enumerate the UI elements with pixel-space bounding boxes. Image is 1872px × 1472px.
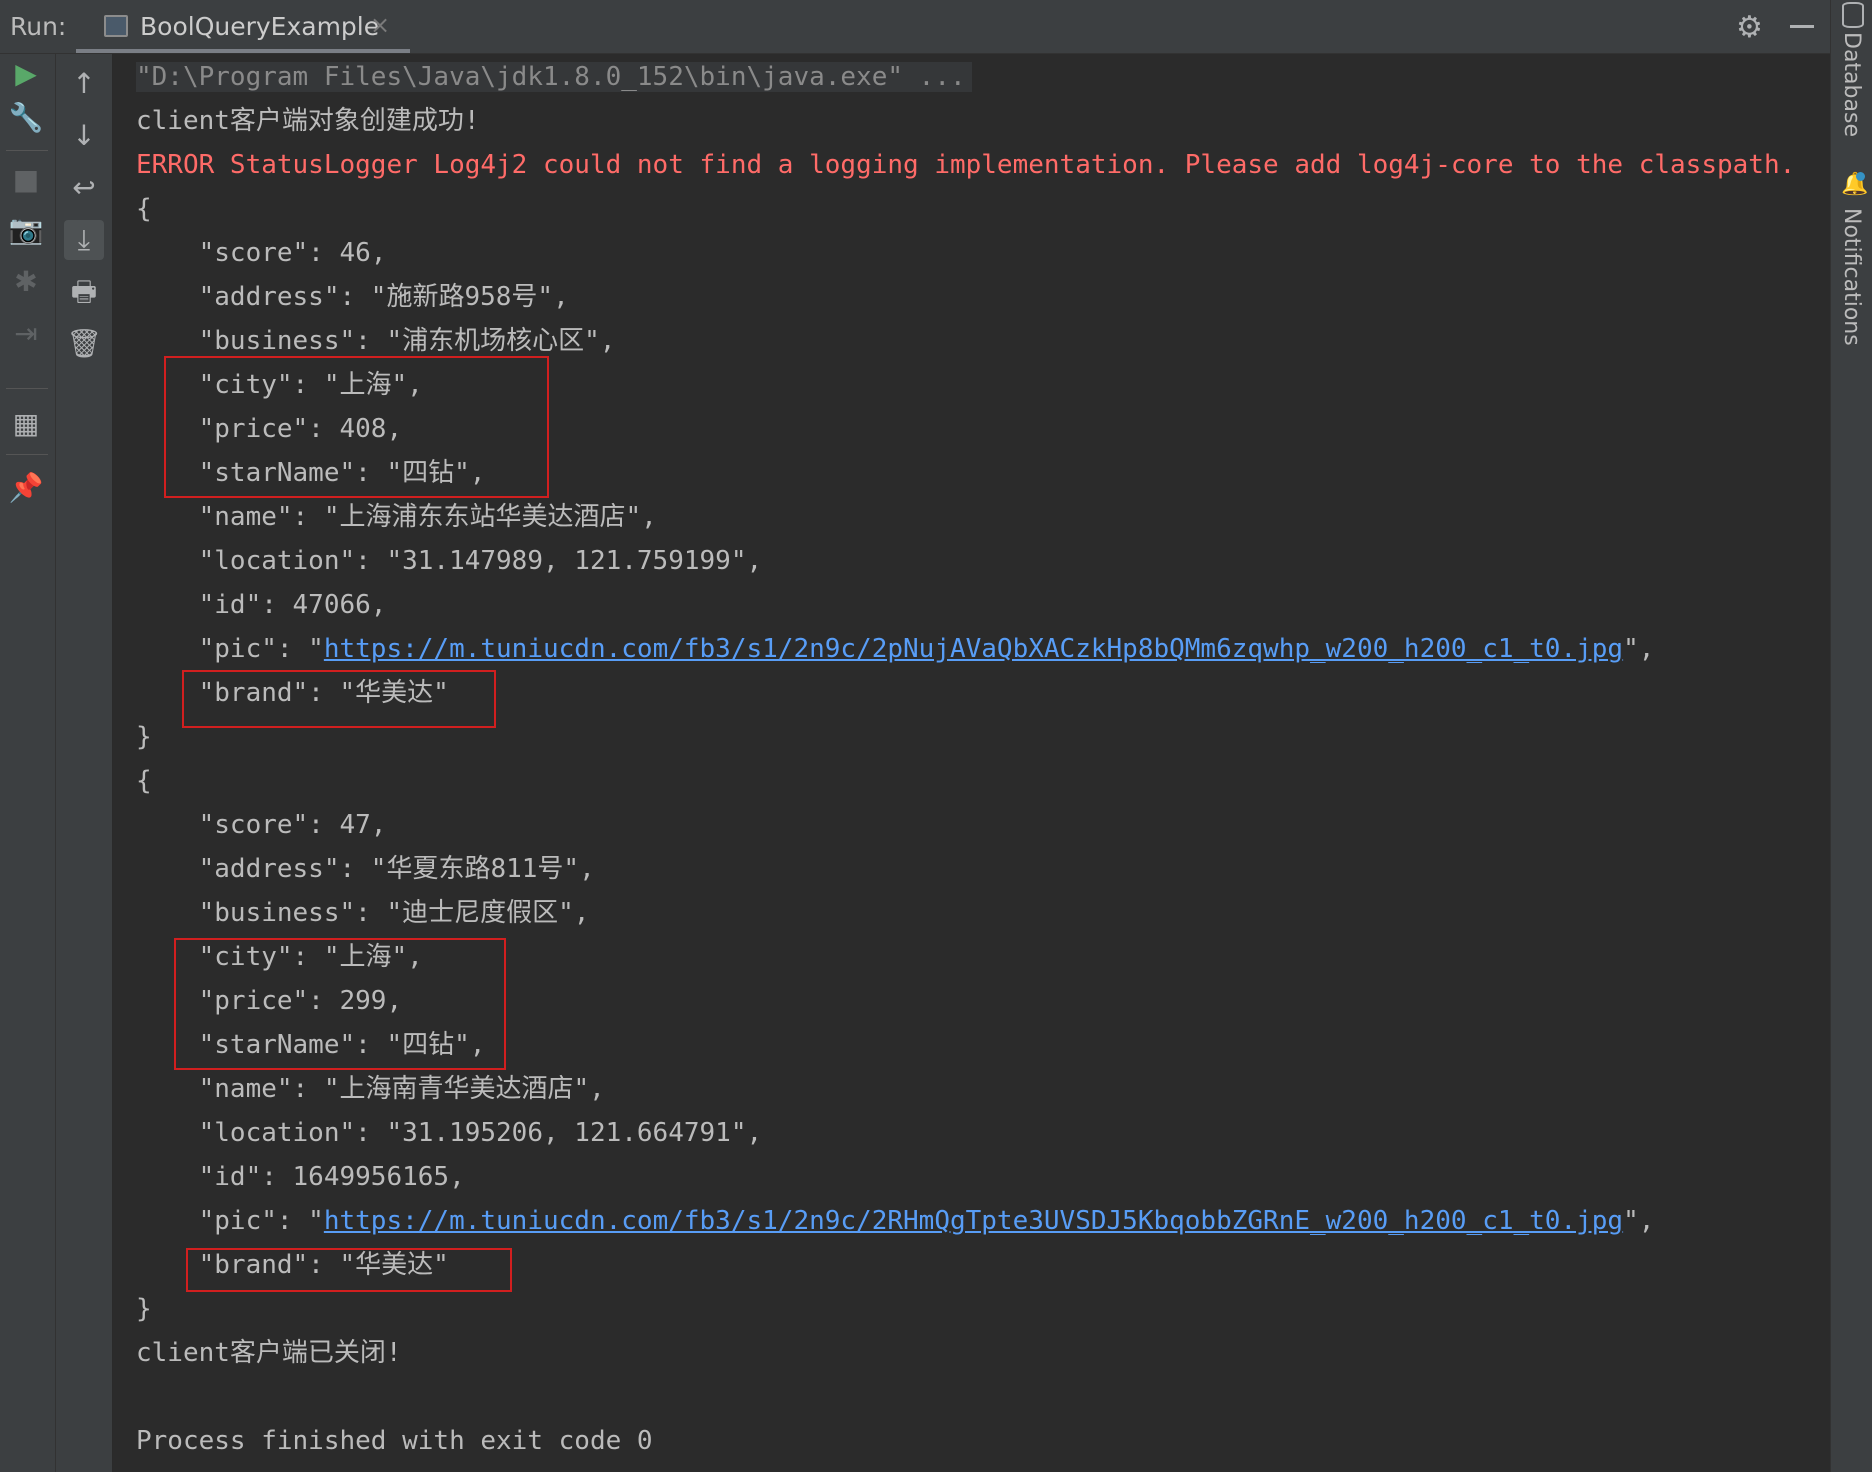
java-command: "D:\Program Files\Java\jdk1.8.0_152\bin\… xyxy=(136,62,972,92)
highlight-box xyxy=(182,670,496,728)
process-finished-line: Process finished with exit code 0 xyxy=(136,1426,653,1456)
run-toolbar: Run: BoolQueryExample × ⚙ xyxy=(0,0,1830,54)
console-actions-toolbar: ↑ ↓ ↩ ⤓ 🖶 🗑 xyxy=(56,54,113,1472)
debug-icon[interactable]: ✱ xyxy=(6,262,46,302)
stop-icon[interactable]: ■ xyxy=(6,160,46,200)
up-arrow-icon[interactable]: ↑ xyxy=(64,64,104,104)
toolbar-divider xyxy=(6,454,48,455)
database-icon xyxy=(1842,2,1864,28)
active-tab-indicator xyxy=(76,49,410,53)
json-brace: } xyxy=(136,1294,152,1324)
pin-icon[interactable]: 📌 xyxy=(6,468,46,508)
pic-prefix: "pic": " xyxy=(136,1206,324,1236)
console-line: client客户端已关闭! xyxy=(136,1338,402,1368)
console-line: client客户端对象创建成功! xyxy=(136,106,480,136)
json-brace: } xyxy=(136,722,152,752)
pic-link[interactable]: https://m.tuniucdn.com/fb3/s1/2n9c/2pNuj… xyxy=(324,634,1623,664)
json-field-id: "id": 1649956165, xyxy=(136,1162,465,1192)
command-line: "D:\Program Files\Java\jdk1.8.0_152\bin\… xyxy=(136,55,972,99)
json-field-address: "address": "施新路958号", xyxy=(136,282,569,312)
json-brace: { xyxy=(136,194,152,224)
wrench-icon[interactable]: 🔧 xyxy=(6,98,46,138)
json-brace: { xyxy=(136,766,152,796)
toolbar-divider xyxy=(6,150,48,151)
minimize-icon[interactable] xyxy=(1790,25,1814,28)
toolbar-divider xyxy=(6,388,48,389)
scroll-to-end-icon[interactable]: ⤓ xyxy=(64,220,104,260)
print-icon[interactable]: 🖶 xyxy=(64,272,104,312)
json-field-business: "business": "迪士尼度假区", xyxy=(136,898,590,928)
json-field-pic: "pic": "https://m.tuniucdn.com/fb3/s1/2n… xyxy=(136,1199,1655,1243)
trash-icon[interactable]: 🗑 xyxy=(64,324,104,364)
json-field-location: "location": "31.147989, 121.759199", xyxy=(136,546,763,576)
console-icon xyxy=(104,15,128,37)
right-tool-strip: Database 🔔 Notifications xyxy=(1830,0,1872,1472)
database-tool-button[interactable]: Database xyxy=(1839,32,1864,137)
pic-prefix: "pic": " xyxy=(136,634,324,664)
run-actions-toolbar: ▶ 🔧 ■ 📷 ✱ ⇥ ▦ 📌 xyxy=(0,54,56,1472)
pic-suffix: ", xyxy=(1623,634,1655,664)
notification-dot xyxy=(1856,172,1865,181)
error-line: ERROR StatusLogger Log4j2 could not find… xyxy=(136,150,1796,180)
json-field-pic: "pic": "https://m.tuniucdn.com/fb3/s1/2n… xyxy=(136,627,1655,671)
json-field-name: "name": "上海浦东东站华美达酒店", xyxy=(136,502,657,532)
pic-suffix: ", xyxy=(1623,1206,1655,1236)
camera-icon[interactable]: 📷 xyxy=(6,210,46,250)
rerun-icon[interactable]: ▶ xyxy=(6,54,46,94)
highlight-box xyxy=(186,1248,512,1292)
json-field-address: "address": "华夏东路811号", xyxy=(136,854,595,884)
json-field-score: "score": 47, xyxy=(136,810,387,840)
notifications-tool-button[interactable]: Notifications xyxy=(1839,208,1864,346)
tab-bool-query-example[interactable]: BoolQueryExample × xyxy=(76,0,410,53)
tab-title: BoolQueryExample xyxy=(140,12,380,41)
down-arrow-icon[interactable]: ↓ xyxy=(64,116,104,156)
json-field-location: "location": "31.195206, 121.664791", xyxy=(136,1118,763,1148)
json-field-id: "id": 47066, xyxy=(136,590,387,620)
close-icon[interactable]: × xyxy=(370,11,390,39)
highlight-box xyxy=(174,938,506,1070)
run-label: Run: xyxy=(10,12,67,41)
json-field-score: "score": 46, xyxy=(136,238,387,268)
pic-link[interactable]: https://m.tuniucdn.com/fb3/s1/2n9c/2RHmQ… xyxy=(324,1206,1623,1236)
layout-icon[interactable]: ▦ xyxy=(6,404,46,444)
login-icon[interactable]: ⇥ xyxy=(6,314,46,354)
gear-icon[interactable]: ⚙ xyxy=(1736,10,1763,45)
soft-wrap-icon[interactable]: ↩ xyxy=(64,168,104,208)
highlight-box xyxy=(164,356,549,498)
json-field-name: "name": "上海南青华美达酒店", xyxy=(136,1074,605,1104)
console-output[interactable]: "D:\Program Files\Java\jdk1.8.0_152\bin\… xyxy=(136,54,1826,1472)
